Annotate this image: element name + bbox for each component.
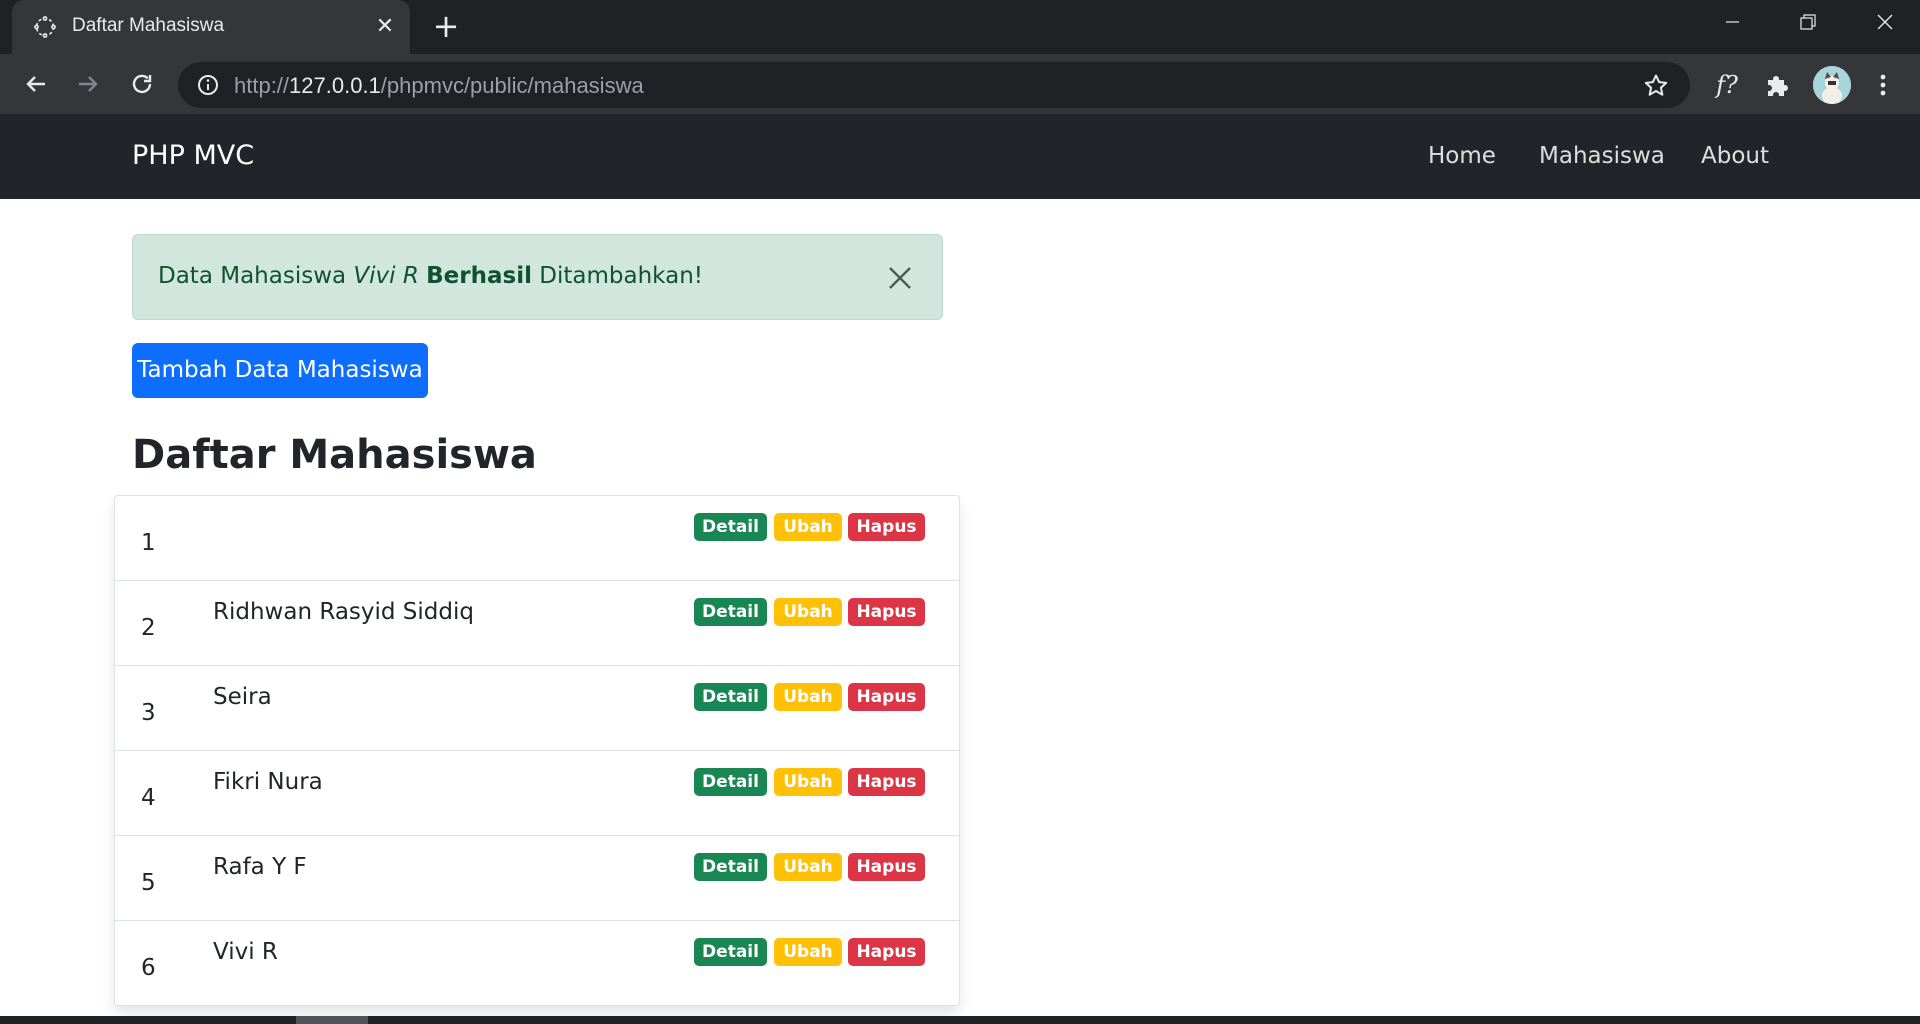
- nav-link-mahasiswa[interactable]: Mahasiswa: [1539, 143, 1665, 169]
- minimize-icon[interactable]: [1694, 0, 1770, 46]
- delete-button[interactable]: Hapus: [848, 598, 925, 626]
- detail-button[interactable]: Detail: [694, 938, 767, 966]
- edit-button[interactable]: Ubah: [774, 598, 842, 626]
- success-alert: Data Mahasiswa Vivi R Berhasil Ditambahk…: [132, 234, 943, 320]
- url-path: /phpmvc/public/mahasiswa: [380, 73, 644, 98]
- student-number: 2: [141, 615, 156, 641]
- list-item: 6 Vivi R Detail Ubah Hapus: [115, 921, 959, 1006]
- edit-button[interactable]: Ubah: [774, 853, 842, 881]
- student-number: 1: [141, 530, 156, 556]
- delete-button[interactable]: Hapus: [848, 683, 925, 711]
- student-name: Vivi R: [213, 939, 278, 965]
- detail-button[interactable]: Detail: [694, 513, 767, 541]
- student-name: Ridhwan Rasyid Siddiq: [213, 599, 474, 625]
- alert-prefix: Data Mahasiswa: [158, 263, 354, 289]
- detail-button[interactable]: Detail: [694, 768, 767, 796]
- list-item: 1 Detail Ubah Hapus: [115, 496, 959, 581]
- student-list: 1 Detail Ubah Hapus 2 Ridhwan Rasyid Sid…: [114, 495, 960, 1006]
- list-item: 4 Fikri Nura Detail Ubah Hapus: [115, 751, 959, 836]
- bookmark-star-icon[interactable]: [1642, 72, 1670, 100]
- extensions-puzzle-icon[interactable]: [1761, 68, 1795, 102]
- student-name: Seira: [213, 684, 272, 710]
- edit-button[interactable]: Ubah: [774, 768, 842, 796]
- delete-button[interactable]: Hapus: [848, 938, 925, 966]
- list-item: 3 Seira Detail Ubah Hapus: [115, 666, 959, 751]
- nav-link-about[interactable]: About: [1701, 143, 1769, 169]
- student-number: 3: [141, 700, 156, 726]
- page-title: Daftar Mahasiswa: [132, 432, 537, 478]
- edit-button[interactable]: Ubah: [774, 683, 842, 711]
- detail-button[interactable]: Detail: [694, 683, 767, 711]
- list-item: 5 Rafa Y F Detail Ubah Hapus: [115, 836, 959, 921]
- alert-suffix: Ditambahkan!: [531, 263, 703, 289]
- add-student-button[interactable]: Tambah Data Mahasiswa: [132, 343, 428, 398]
- edit-button[interactable]: Ubah: [774, 938, 842, 966]
- navbar-brand[interactable]: PHP MVC: [132, 140, 254, 171]
- delete-button[interactable]: Hapus: [848, 513, 925, 541]
- delete-button[interactable]: Hapus: [848, 853, 925, 881]
- url-scheme: http://: [234, 73, 290, 98]
- scrollbar-thumb[interactable]: [296, 1016, 368, 1024]
- nav-link-home[interactable]: Home: [1428, 143, 1496, 169]
- alert-message: Data Mahasiswa Vivi R Berhasil Ditambahk…: [158, 263, 703, 289]
- formula-extension-icon[interactable]: f?: [1710, 68, 1744, 102]
- browser-toolbar: http://127.0.0.1/phpmvc/public/mahasiswa…: [0, 54, 1920, 114]
- new-tab-icon[interactable]: +: [430, 10, 462, 43]
- student-number: 5: [141, 870, 156, 896]
- alert-student-name: Vivi R: [353, 263, 419, 289]
- detail-button[interactable]: Detail: [694, 598, 767, 626]
- tab-title: Daftar Mahasiswa: [72, 15, 225, 36]
- detail-button[interactable]: Detail: [694, 853, 767, 881]
- restore-icon[interactable]: [1770, 0, 1846, 46]
- alert-close-icon[interactable]: [885, 263, 915, 293]
- reload-icon[interactable]: [125, 67, 159, 101]
- list-item: 2 Ridhwan Rasyid Siddiq Detail Ubah Hapu…: [115, 581, 959, 666]
- horizontal-scrollbar[interactable]: [0, 1016, 1920, 1024]
- student-number: 4: [141, 785, 156, 811]
- tab-close-icon[interactable]: ✕: [372, 14, 398, 40]
- url-host: 127.0.0.1: [289, 73, 381, 98]
- browser-tab-bar: Daftar Mahasiswa ✕ +: [0, 0, 1920, 54]
- alert-status: Berhasil: [426, 263, 532, 289]
- edit-button[interactable]: Ubah: [774, 513, 842, 541]
- address-bar[interactable]: http://127.0.0.1/phpmvc/public/mahasiswa: [178, 62, 1690, 108]
- loading-spinner-icon: [34, 16, 56, 38]
- delete-button[interactable]: Hapus: [848, 768, 925, 796]
- avatar-image-icon: [1813, 66, 1851, 104]
- student-number: 6: [141, 955, 156, 981]
- forward-icon[interactable]: [71, 67, 105, 101]
- browser-tab[interactable]: Daftar Mahasiswa ✕: [12, 0, 410, 54]
- student-name: Fikri Nura: [213, 769, 323, 795]
- student-name: Rafa Y F: [213, 854, 307, 880]
- profile-avatar[interactable]: [1813, 66, 1851, 104]
- back-icon[interactable]: [19, 67, 53, 101]
- browser-menu-icon[interactable]: [1868, 68, 1898, 102]
- info-icon[interactable]: [196, 73, 220, 97]
- app-navbar: PHP MVC Home Mahasiswa About: [0, 114, 1920, 199]
- url-text[interactable]: http://127.0.0.1/phpmvc/public/mahasiswa: [234, 73, 644, 99]
- close-window-icon[interactable]: [1846, 0, 1920, 46]
